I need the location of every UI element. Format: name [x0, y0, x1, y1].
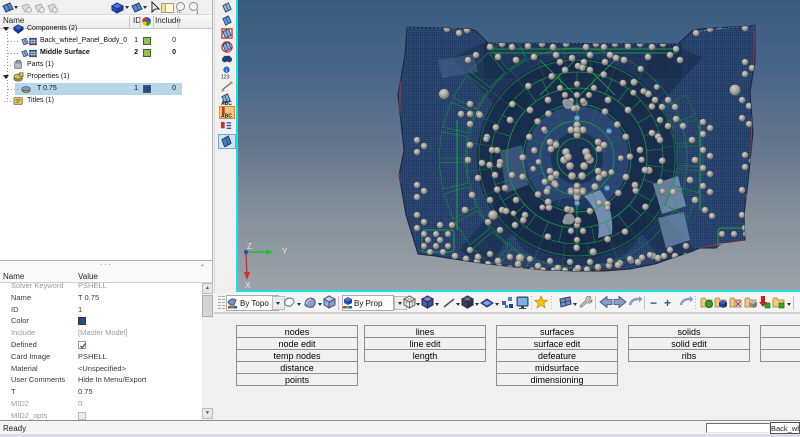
- svg-text:ABC: ABC: [221, 101, 232, 105]
- svg-text:123: 123: [221, 75, 230, 79]
- svg-text:1: 1: [196, 10, 199, 15]
- svg-text:X: X: [245, 281, 251, 290]
- svg-text:+/-: +/-: [177, 10, 183, 15]
- svg-text:i: i: [226, 68, 227, 74]
- svg-text:ABC: ABC: [221, 114, 232, 118]
- svg-text:Z: Z: [247, 242, 252, 251]
- svg-text:Y: Y: [282, 247, 288, 256]
